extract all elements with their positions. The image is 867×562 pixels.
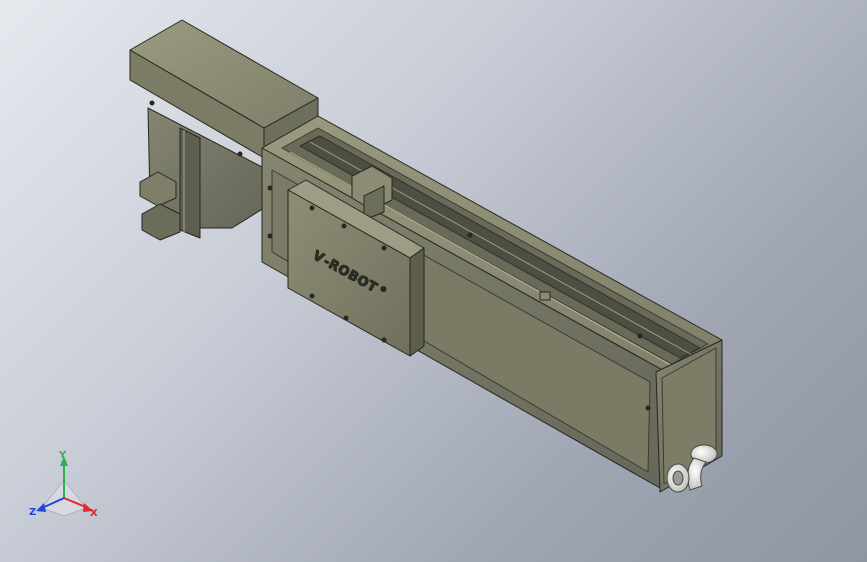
y-axis-label: Y (58, 450, 67, 461)
screw-icon (381, 337, 387, 343)
screw-icon (467, 232, 473, 238)
hose-opening (672, 470, 684, 486)
cad-viewport[interactable]: V -ROBOT ® Y X Z (0, 0, 867, 562)
screw-icon (309, 293, 315, 299)
z-axis-label: Z (29, 507, 36, 518)
screw-icon (341, 223, 347, 229)
x-axis-label: X (90, 508, 98, 519)
screw-icon (309, 205, 315, 211)
screw-icon (343, 315, 349, 321)
screw-icon (149, 100, 155, 106)
screw-icon (381, 245, 387, 251)
screw-icon (237, 151, 243, 157)
coordinate-triad[interactable]: Y X Z (29, 450, 98, 519)
screw-icon (267, 185, 273, 191)
motor-mount-plate (179, 127, 201, 239)
screw-icon (267, 233, 273, 239)
hose-tube (687, 457, 707, 491)
carriage-right-edge (409, 247, 425, 357)
screw-icon (645, 405, 651, 411)
actuator-model[interactable]: V -ROBOT ® Y X Z (0, 0, 867, 562)
screw-icon (637, 333, 643, 339)
limit-sensor[interactable] (539, 291, 551, 301)
